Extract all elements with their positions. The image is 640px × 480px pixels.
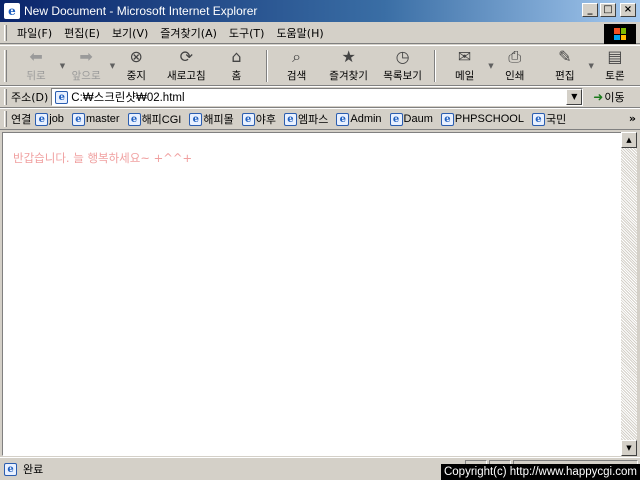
mail-icon: ✉ — [457, 46, 472, 66]
links-overflow-chevron-icon[interactable]: » — [629, 112, 636, 125]
favorites-button[interactable]: ★ 즐겨찾기 — [322, 47, 376, 85]
back-button[interactable]: ⬅ 뒤로 ▼ — [11, 46, 65, 85]
toolbar-separator — [265, 49, 268, 82]
copyright-overlay: Copyright(c) http://www.happycgi.com — [440, 464, 640, 480]
page-icon: e — [189, 112, 203, 126]
scroll-up-button[interactable]: ▲ — [621, 132, 637, 148]
standard-toolbar: ⬅ 뒤로 ▼ ➡ 앞으로 ▼ ⊗ 중지 ⟳ 새로고침 ⌂ 홈 ⌕ 검색 ★ 즐겨… — [0, 45, 640, 86]
scroll-down-button[interactable]: ▼ — [621, 440, 637, 456]
link-admin[interactable]: e Admin — [336, 112, 382, 126]
link-job[interactable]: e job — [35, 112, 64, 126]
link-yahoo[interactable]: e 야후 — [241, 111, 276, 127]
link-kookmin[interactable]: e 국민 — [531, 111, 566, 127]
link-happymall[interactable]: e 해피몰 — [189, 111, 234, 127]
menu-view[interactable]: 보기(V) — [106, 25, 154, 41]
forward-arrow-icon: ➡ — [79, 46, 93, 66]
vertical-scrollbar[interactable]: ▲ ▼ — [621, 132, 637, 456]
minimize-button[interactable]: _ — [582, 3, 598, 17]
window-controls: _ □ × — [582, 3, 636, 17]
menu-edit[interactable]: 편집(E) — [58, 25, 106, 41]
discuss-icon: ▤ — [607, 46, 623, 66]
page-icon: e — [336, 112, 350, 126]
home-button[interactable]: ⌂ 홈 — [211, 47, 261, 85]
favorites-folder-icon: ★ — [341, 46, 356, 66]
menu-favorites[interactable]: 즐겨찾기(A) — [154, 25, 223, 41]
link-daum[interactable]: e Daum — [389, 112, 433, 126]
link-phpschool[interactable]: e PHPSCHOOL — [440, 112, 524, 126]
stop-button[interactable]: ⊗ 중지 — [111, 47, 161, 85]
page-icon: e — [55, 90, 69, 104]
search-icon: ⌕ — [292, 46, 302, 66]
history-icon: ◷ — [395, 46, 410, 66]
title-bar: e New Document - Microsoft Internet Expl… — [0, 0, 640, 22]
window-title: New Document - Microsoft Internet Explor… — [24, 4, 258, 18]
discuss-button[interactable]: ▤ 토론 — [590, 47, 640, 85]
page-icon: e — [241, 112, 255, 126]
page-icon: e — [440, 112, 454, 126]
go-arrow-icon: ➜ — [593, 90, 604, 104]
go-button[interactable]: ➜ 이동 — [593, 89, 624, 105]
toolbar-grip[interactable] — [4, 49, 7, 82]
stop-icon: ⊗ — [129, 46, 143, 66]
toolbar-separator — [433, 49, 436, 82]
page-icon: e — [71, 112, 85, 126]
history-button[interactable]: ◷ 목록보기 — [376, 47, 430, 85]
forward-button[interactable]: ➡ 앞으로 ▼ — [61, 46, 116, 85]
menu-file[interactable]: 파일(F) — [11, 25, 58, 41]
close-button[interactable]: × — [620, 3, 636, 17]
link-empas[interactable]: e 엠파스 — [283, 111, 328, 127]
page-content: 반갑습니다. 늘 행복하세요~ +^^+ — [2, 132, 622, 456]
page-icon: e — [127, 112, 141, 126]
status-text: 완료 — [23, 463, 44, 476]
go-label: 이동 — [604, 91, 625, 104]
edit-document-icon: ✎ — [558, 46, 572, 66]
greeting-text: 반갑습니다. 늘 행복하세요~ +^^+ — [13, 151, 193, 165]
links-bar: 연결 e job e master e 해피CGI e 해피몰 e 야후 e 엠파스 e Ad… — [0, 108, 640, 130]
mail-button[interactable]: ✉ 메일 ▼ — [440, 46, 494, 85]
page-icon: e — [389, 112, 403, 126]
link-master[interactable]: e master — [71, 112, 120, 126]
refresh-icon: ⟳ — [179, 46, 194, 66]
link-happycgi[interactable]: e 해피CGI — [127, 111, 181, 127]
toolbar-grip[interactable] — [4, 24, 7, 41]
links-label: 연결 — [11, 113, 32, 126]
refresh-button[interactable]: ⟳ 새로고침 — [161, 47, 211, 85]
menu-tools[interactable]: 도구(T) — [223, 25, 271, 41]
print-button[interactable]: ⎙ 인쇄 — [490, 47, 540, 85]
home-icon: ⌂ — [231, 46, 242, 66]
page-icon: e — [283, 112, 297, 126]
page-icon: e — [4, 462, 17, 476]
windows-logo-icon — [604, 24, 636, 44]
printer-icon: ⎙ — [508, 46, 522, 66]
menu-help[interactable]: 도움말(H) — [270, 25, 329, 41]
address-label: 주소(D) — [11, 91, 49, 104]
page-icon: e — [531, 112, 545, 126]
search-button[interactable]: ⌕ 검색 — [272, 47, 322, 85]
back-arrow-icon: ⬅ — [29, 46, 43, 66]
address-bar: 주소(D) e C:₩스크린샷₩02.html ▼ ➜ 이동 — [0, 86, 640, 108]
edit-button[interactable]: ✎ 편집 ▼ — [540, 46, 594, 85]
address-value: C:₩스크린샷₩02.html — [71, 92, 185, 104]
menu-bar: 파일(F) 편집(E) 보기(V) 즐겨찾기(A) 도구(T) 도움말(H) — [0, 22, 640, 44]
address-input[interactable]: e C:₩스크린샷₩02.html ▼ — [51, 88, 584, 106]
page-icon: e — [35, 112, 49, 126]
toolbar-grip[interactable] — [4, 111, 7, 127]
toolbar-grip[interactable] — [4, 89, 7, 105]
maximize-button[interactable]: □ — [600, 3, 616, 17]
ie-logo-icon: e — [4, 3, 20, 19]
address-dropdown-icon[interactable]: ▼ — [566, 89, 583, 105]
